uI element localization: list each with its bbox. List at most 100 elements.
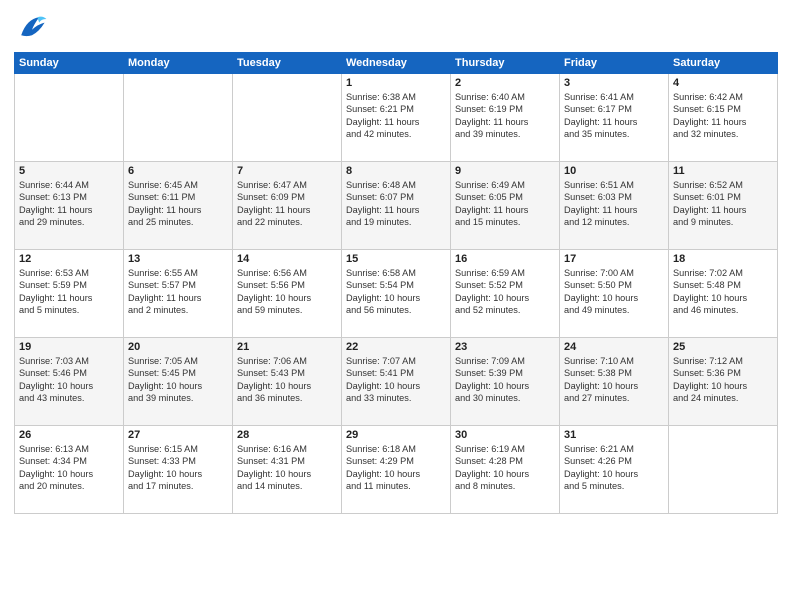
cell-line: Sunrise: 7:07 AM bbox=[346, 355, 446, 367]
cell-text: Sunrise: 6:48 AMSunset: 6:07 PMDaylight:… bbox=[346, 179, 446, 229]
day-cell: 7Sunrise: 6:47 AMSunset: 6:09 PMDaylight… bbox=[233, 162, 342, 250]
cell-line: Sunset: 5:39 PM bbox=[455, 367, 555, 379]
cell-line: Sunset: 6:17 PM bbox=[564, 103, 664, 115]
cell-line: Daylight: 11 hours bbox=[128, 204, 228, 216]
cell-text: Sunrise: 7:02 AMSunset: 5:48 PMDaylight:… bbox=[673, 267, 773, 317]
cell-text: Sunrise: 6:51 AMSunset: 6:03 PMDaylight:… bbox=[564, 179, 664, 229]
cell-line: Daylight: 10 hours bbox=[346, 468, 446, 480]
day-number: 24 bbox=[564, 341, 664, 353]
cell-line: Daylight: 10 hours bbox=[564, 380, 664, 392]
day-cell: 1Sunrise: 6:38 AMSunset: 6:21 PMDaylight… bbox=[342, 74, 451, 162]
day-cell: 18Sunrise: 7:02 AMSunset: 5:48 PMDayligh… bbox=[669, 250, 778, 338]
cell-line: Daylight: 10 hours bbox=[455, 292, 555, 304]
cell-text: Sunrise: 6:18 AMSunset: 4:29 PMDaylight:… bbox=[346, 443, 446, 493]
cell-line: Sunset: 6:05 PM bbox=[455, 191, 555, 203]
day-number: 12 bbox=[19, 253, 119, 265]
day-cell bbox=[233, 74, 342, 162]
cell-line: and 25 minutes. bbox=[128, 216, 228, 228]
day-number: 21 bbox=[237, 341, 337, 353]
cell-line: and 24 minutes. bbox=[673, 392, 773, 404]
cell-line: Sunrise: 6:15 AM bbox=[128, 443, 228, 455]
cell-line: and 20 minutes. bbox=[19, 480, 119, 492]
cell-text: Sunrise: 7:05 AMSunset: 5:45 PMDaylight:… bbox=[128, 355, 228, 405]
day-cell: 22Sunrise: 7:07 AMSunset: 5:41 PMDayligh… bbox=[342, 338, 451, 426]
week-row-5: 26Sunrise: 6:13 AMSunset: 4:34 PMDayligh… bbox=[15, 426, 778, 514]
cell-line: and 46 minutes. bbox=[673, 304, 773, 316]
cell-line: Daylight: 10 hours bbox=[455, 380, 555, 392]
cell-line: and 19 minutes. bbox=[346, 216, 446, 228]
day-cell: 15Sunrise: 6:58 AMSunset: 5:54 PMDayligh… bbox=[342, 250, 451, 338]
weekday-wednesday: Wednesday bbox=[342, 53, 451, 74]
cell-line: Sunrise: 7:02 AM bbox=[673, 267, 773, 279]
cell-line: Daylight: 11 hours bbox=[19, 204, 119, 216]
cell-line: Daylight: 10 hours bbox=[19, 380, 119, 392]
cell-text: Sunrise: 6:58 AMSunset: 5:54 PMDaylight:… bbox=[346, 267, 446, 317]
cell-text: Sunrise: 6:21 AMSunset: 4:26 PMDaylight:… bbox=[564, 443, 664, 493]
cell-line: and 32 minutes. bbox=[673, 128, 773, 140]
day-number: 25 bbox=[673, 341, 773, 353]
day-cell: 10Sunrise: 6:51 AMSunset: 6:03 PMDayligh… bbox=[560, 162, 669, 250]
cell-text: Sunrise: 7:09 AMSunset: 5:39 PMDaylight:… bbox=[455, 355, 555, 405]
cell-line: Sunrise: 6:59 AM bbox=[455, 267, 555, 279]
cell-line: Sunset: 5:36 PM bbox=[673, 367, 773, 379]
cell-text: Sunrise: 6:41 AMSunset: 6:17 PMDaylight:… bbox=[564, 91, 664, 141]
cell-text: Sunrise: 6:40 AMSunset: 6:19 PMDaylight:… bbox=[455, 91, 555, 141]
day-cell: 25Sunrise: 7:12 AMSunset: 5:36 PMDayligh… bbox=[669, 338, 778, 426]
cell-text: Sunrise: 7:00 AMSunset: 5:50 PMDaylight:… bbox=[564, 267, 664, 317]
logo-icon bbox=[14, 10, 50, 46]
cell-line: Sunrise: 7:00 AM bbox=[564, 267, 664, 279]
cell-text: Sunrise: 6:45 AMSunset: 6:11 PMDaylight:… bbox=[128, 179, 228, 229]
day-cell: 23Sunrise: 7:09 AMSunset: 5:39 PMDayligh… bbox=[451, 338, 560, 426]
cell-line: Daylight: 10 hours bbox=[237, 380, 337, 392]
weekday-thursday: Thursday bbox=[451, 53, 560, 74]
cell-line: and 29 minutes. bbox=[19, 216, 119, 228]
weekday-tuesday: Tuesday bbox=[233, 53, 342, 74]
day-number: 13 bbox=[128, 253, 228, 265]
cell-line: Sunrise: 7:12 AM bbox=[673, 355, 773, 367]
cell-line: Sunset: 4:26 PM bbox=[564, 455, 664, 467]
week-row-1: 1Sunrise: 6:38 AMSunset: 6:21 PMDaylight… bbox=[15, 74, 778, 162]
day-cell: 14Sunrise: 6:56 AMSunset: 5:56 PMDayligh… bbox=[233, 250, 342, 338]
day-cell: 20Sunrise: 7:05 AMSunset: 5:45 PMDayligh… bbox=[124, 338, 233, 426]
cell-line: Sunrise: 7:06 AM bbox=[237, 355, 337, 367]
day-number: 30 bbox=[455, 429, 555, 441]
cell-line: Daylight: 10 hours bbox=[346, 380, 446, 392]
day-number: 22 bbox=[346, 341, 446, 353]
cell-text: Sunrise: 7:03 AMSunset: 5:46 PMDaylight:… bbox=[19, 355, 119, 405]
cell-text: Sunrise: 6:13 AMSunset: 4:34 PMDaylight:… bbox=[19, 443, 119, 493]
cell-line: Sunrise: 7:09 AM bbox=[455, 355, 555, 367]
cell-line: Sunset: 6:15 PM bbox=[673, 103, 773, 115]
cell-line: Daylight: 10 hours bbox=[346, 292, 446, 304]
day-number: 14 bbox=[237, 253, 337, 265]
logo bbox=[14, 10, 52, 46]
cell-line: Sunrise: 6:47 AM bbox=[237, 179, 337, 191]
cell-line: Sunset: 6:21 PM bbox=[346, 103, 446, 115]
day-cell: 17Sunrise: 7:00 AMSunset: 5:50 PMDayligh… bbox=[560, 250, 669, 338]
cell-line: Sunrise: 6:16 AM bbox=[237, 443, 337, 455]
day-cell: 16Sunrise: 6:59 AMSunset: 5:52 PMDayligh… bbox=[451, 250, 560, 338]
day-cell bbox=[15, 74, 124, 162]
day-number: 29 bbox=[346, 429, 446, 441]
cell-line: Daylight: 10 hours bbox=[564, 468, 664, 480]
day-cell bbox=[124, 74, 233, 162]
cell-line: Daylight: 10 hours bbox=[237, 468, 337, 480]
day-number: 2 bbox=[455, 77, 555, 89]
day-cell: 28Sunrise: 6:16 AMSunset: 4:31 PMDayligh… bbox=[233, 426, 342, 514]
cell-line: Sunrise: 7:03 AM bbox=[19, 355, 119, 367]
cell-line: Sunset: 5:57 PM bbox=[128, 279, 228, 291]
cell-line: Sunset: 5:48 PM bbox=[673, 279, 773, 291]
cell-text: Sunrise: 6:19 AMSunset: 4:28 PMDaylight:… bbox=[455, 443, 555, 493]
cell-line: and 27 minutes. bbox=[564, 392, 664, 404]
cell-line: and 17 minutes. bbox=[128, 480, 228, 492]
cell-text: Sunrise: 7:06 AMSunset: 5:43 PMDaylight:… bbox=[237, 355, 337, 405]
cell-line: Sunrise: 6:18 AM bbox=[346, 443, 446, 455]
cell-line: Daylight: 10 hours bbox=[128, 380, 228, 392]
day-number: 7 bbox=[237, 165, 337, 177]
cell-line: Sunrise: 6:38 AM bbox=[346, 91, 446, 103]
weekday-sunday: Sunday bbox=[15, 53, 124, 74]
cell-line: Sunset: 6:19 PM bbox=[455, 103, 555, 115]
cell-line: and 22 minutes. bbox=[237, 216, 337, 228]
day-number: 28 bbox=[237, 429, 337, 441]
cell-line: Sunset: 6:09 PM bbox=[237, 191, 337, 203]
cell-line: and 49 minutes. bbox=[564, 304, 664, 316]
